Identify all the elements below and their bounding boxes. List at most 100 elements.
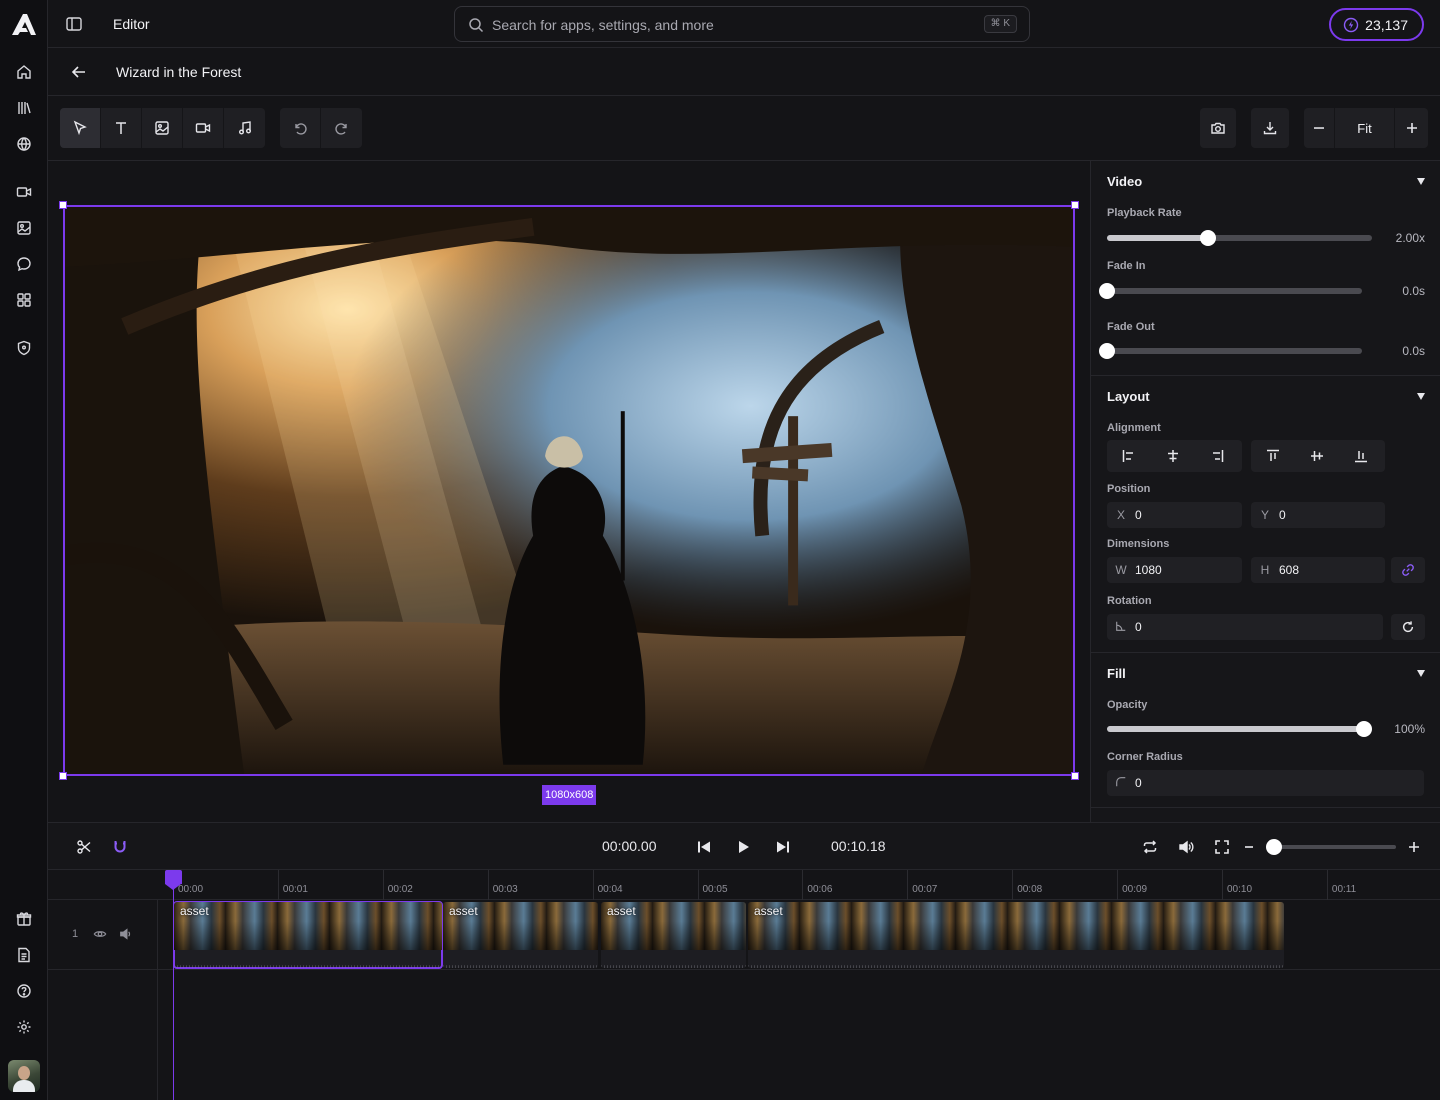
track-volume-icon[interactable]: [119, 927, 135, 943]
zoom-group: Fit: [1304, 108, 1428, 148]
timeline-clip[interactable]: asset: [173, 901, 443, 969]
timeline-zoom-in-button[interactable]: [1404, 837, 1424, 857]
timeline-clip[interactable]: asset: [601, 902, 746, 968]
document-icon[interactable]: [12, 943, 36, 967]
ruler-tick-label: 00:06: [807, 884, 833, 895]
snap-toggle-button[interactable]: [110, 837, 130, 857]
resize-handle-top-left[interactable]: [59, 201, 67, 209]
height-field[interactable]: H 608: [1251, 557, 1385, 583]
help-icon[interactable]: [12, 979, 36, 1003]
redo-button[interactable]: [321, 108, 362, 148]
video-icon[interactable]: [12, 180, 36, 204]
fade-in-knob[interactable]: [1099, 283, 1115, 299]
corner-radius-field[interactable]: 0: [1107, 770, 1424, 796]
align-left-button[interactable]: [1107, 440, 1151, 472]
opacity-knob[interactable]: [1356, 721, 1372, 737]
project-title: Wizard in the Forest: [116, 64, 242, 80]
playback-rate-knob[interactable]: [1199, 230, 1216, 246]
library-icon[interactable]: [12, 96, 36, 120]
fade-in-slider[interactable]: [1099, 283, 1362, 299]
brand-logo[interactable]: [10, 12, 38, 36]
ruler-tick-label: 00:08: [1017, 884, 1043, 895]
zoom-fit-button[interactable]: Fit: [1335, 108, 1395, 148]
snapshot-button[interactable]: [1200, 108, 1236, 148]
chat-icon[interactable]: [12, 252, 36, 276]
avatar[interactable]: [8, 1060, 40, 1092]
playback-rate-fill: [1107, 235, 1208, 241]
select-tool-button[interactable]: [60, 108, 101, 148]
ruler-tick: 00:04: [592, 870, 623, 900]
loop-button[interactable]: [1140, 837, 1160, 857]
eye-icon[interactable]: [93, 927, 109, 943]
fade-in-label: Fade In: [1107, 260, 1146, 272]
timeline-clip[interactable]: asset: [748, 902, 1284, 968]
clip-label: asset: [607, 904, 636, 918]
skip-to-end-button[interactable]: [773, 837, 793, 857]
fade-out-knob[interactable]: [1099, 343, 1115, 359]
reset-rotation-button[interactable]: [1391, 614, 1425, 640]
search-input[interactable]: Search for apps, settings, and more ⌘ K: [454, 6, 1030, 42]
audio-tool-button[interactable]: [224, 108, 265, 148]
align-center-h-button[interactable]: [1151, 440, 1195, 472]
timeline-zoom-out-button[interactable]: [1239, 837, 1259, 857]
resize-handle-top-right[interactable]: [1071, 201, 1079, 209]
globe-icon[interactable]: [12, 132, 36, 156]
image-tool-button[interactable]: [142, 108, 183, 148]
video-frame[interactable]: [63, 205, 1075, 776]
width-field[interactable]: W 1080: [1107, 557, 1242, 583]
align-right-button[interactable]: [1195, 440, 1239, 472]
zoom-out-button[interactable]: [1304, 108, 1335, 148]
fullscreen-button[interactable]: [1212, 837, 1232, 857]
settings-icon[interactable]: [12, 1015, 36, 1039]
skip-back-icon: [698, 841, 710, 853]
image-icon[interactable]: [12, 216, 36, 240]
gift-icon[interactable]: [12, 907, 36, 931]
timeline-clip[interactable]: asset: [443, 902, 598, 968]
back-arrow-icon[interactable]: [70, 63, 88, 81]
resize-handle-bottom-right[interactable]: [1071, 772, 1079, 780]
download-button[interactable]: [1251, 108, 1289, 148]
ruler-tick: 00:09: [1117, 870, 1147, 900]
align-center-v-button[interactable]: [1295, 440, 1339, 472]
fill-collapse-caret-icon[interactable]: [1417, 670, 1425, 677]
apps-grid-icon[interactable]: [12, 288, 36, 312]
angle-icon: [1107, 620, 1135, 635]
opacity-slider[interactable]: [1107, 721, 1372, 737]
position-x-field[interactable]: X 0: [1107, 502, 1242, 528]
lock-aspect-ratio-button[interactable]: [1391, 557, 1425, 583]
play-button[interactable]: [733, 837, 753, 857]
undo-button[interactable]: [280, 108, 321, 148]
credits-count: 23,137: [1365, 16, 1408, 33]
fade-out-slider[interactable]: [1099, 343, 1362, 359]
clip-waveform: [601, 965, 746, 968]
rotation-field[interactable]: 0: [1107, 614, 1383, 640]
home-icon[interactable]: [12, 60, 36, 84]
skip-to-start-button[interactable]: [694, 837, 714, 857]
fade-in-value: 0.0s: [1402, 284, 1425, 298]
volume-button[interactable]: [1176, 837, 1196, 857]
credits-button[interactable]: 23,137: [1329, 8, 1424, 41]
align-bottom-button[interactable]: [1339, 440, 1383, 472]
download-icon: [1263, 122, 1277, 135]
timeline: 00:00 00:01 00:02 00:03 00:04 00:05 00:06 00:07…: [48, 870, 1440, 1100]
loop-icon: [1143, 840, 1157, 854]
zoom-in-button[interactable]: [1395, 108, 1428, 148]
playback-rate-slider[interactable]: [1107, 230, 1372, 246]
timeline-zoom-slider[interactable]: [1266, 839, 1396, 855]
resize-handle-bottom-left[interactable]: [59, 772, 67, 780]
timeline-zoom-knob[interactable]: [1266, 839, 1282, 855]
layout-collapse-caret-icon[interactable]: [1417, 393, 1425, 400]
playhead[interactable]: [165, 870, 182, 1100]
video-tool-button[interactable]: [183, 108, 224, 148]
sidebar-toggle-icon[interactable]: [64, 14, 84, 34]
time-ruler[interactable]: 00:00 00:01 00:02 00:03 00:04 00:05 00:06 00:07…: [48, 870, 1440, 900]
shield-icon[interactable]: [12, 336, 36, 360]
align-top-button[interactable]: [1251, 440, 1295, 472]
export-group: [1251, 108, 1289, 148]
video-collapse-caret-icon[interactable]: [1417, 178, 1425, 185]
split-clip-button[interactable]: [74, 837, 94, 857]
text-tool-button[interactable]: [101, 108, 142, 148]
video-section-title: Video: [1107, 174, 1143, 189]
opacity-fill: [1107, 726, 1364, 732]
position-y-field[interactable]: Y 0: [1251, 502, 1385, 528]
